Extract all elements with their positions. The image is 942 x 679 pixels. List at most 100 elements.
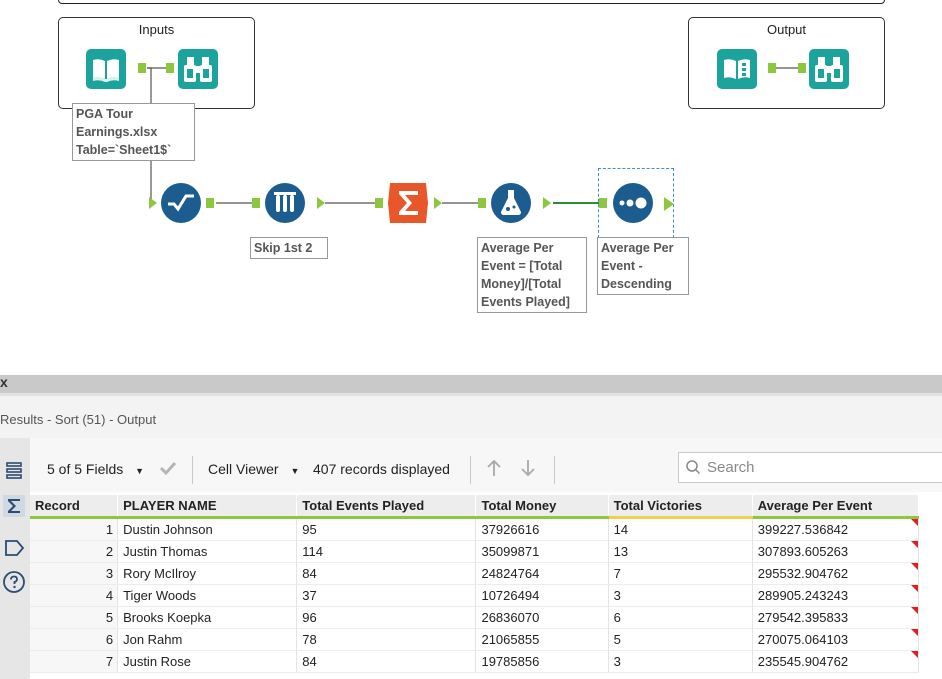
player-name-cell[interactable]: Tiger Woods bbox=[117, 584, 298, 607]
input-anchor[interactable] bbox=[798, 63, 806, 73]
average-per-event-cell[interactable]: 399227.536842 bbox=[752, 517, 920, 541]
table-body: 1 Dustin Johnson 95 37926616 14 399227.5… bbox=[30, 517, 920, 673]
table-row[interactable]: 4 Tiger Woods 37 10726494 3 289905.24324… bbox=[30, 584, 920, 607]
total-money-cell[interactable]: 24824764 bbox=[475, 562, 609, 585]
table-row[interactable]: 3 Rory McIlroy 84 24824764 7 295532.9047… bbox=[30, 562, 920, 585]
output-anchor[interactable] bbox=[317, 197, 325, 209]
input-anchor[interactable] bbox=[478, 198, 486, 208]
total-victories-cell[interactable]: 3 bbox=[608, 584, 753, 607]
select-records-tool[interactable] bbox=[160, 182, 202, 224]
total-events-cell[interactable]: 84 bbox=[296, 562, 477, 585]
output-anchor[interactable] bbox=[543, 197, 551, 209]
column-header-total-events[interactable]: Total Events Played bbox=[296, 495, 477, 519]
total-events-cell[interactable]: 95 bbox=[296, 517, 477, 541]
table-row[interactable]: 7 Justin Rose 84 19785856 3 235545.90476… bbox=[30, 650, 920, 673]
player-name-cell[interactable]: Rory McIlroy bbox=[117, 562, 298, 585]
output-anchor[interactable] bbox=[138, 63, 146, 73]
arrow-down-icon[interactable] bbox=[518, 458, 538, 481]
total-events-cell[interactable]: 37 bbox=[296, 584, 477, 607]
player-name-cell[interactable]: Brooks Koepka bbox=[117, 606, 298, 629]
table-row[interactable]: 5 Brooks Koepka 96 26836070 6 279542.395… bbox=[30, 606, 920, 629]
total-money-cell[interactable]: 10726494 bbox=[475, 584, 609, 607]
select-tool[interactable] bbox=[264, 182, 306, 224]
arrow-up-icon[interactable] bbox=[484, 458, 504, 481]
output-data-tool[interactable] bbox=[716, 48, 758, 90]
total-victories-cell[interactable]: 6 bbox=[608, 606, 753, 629]
column-header-total-money[interactable]: Total Money bbox=[475, 495, 609, 519]
table-row[interactable]: 1 Dustin Johnson 95 37926616 14 399227.5… bbox=[30, 517, 920, 541]
table-view-icon[interactable] bbox=[2, 458, 26, 482]
total-events-cell[interactable]: 78 bbox=[296, 628, 477, 651]
fields-dropdown[interactable]: 5 of 5 Fields ▼ bbox=[47, 461, 144, 477]
table-row[interactable]: 2 Justin Thomas 114 35099871 13 307893.6… bbox=[30, 540, 920, 563]
summation-panel-icon[interactable] bbox=[2, 494, 26, 518]
book-icon bbox=[86, 49, 126, 89]
formula-tool[interactable] bbox=[490, 182, 532, 224]
record-cell[interactable]: 5 bbox=[30, 606, 119, 629]
browse-tool-output[interactable] bbox=[808, 48, 850, 90]
average-per-event-cell[interactable]: 307893.605263 bbox=[752, 540, 920, 563]
total-money-cell[interactable]: 35099871 bbox=[475, 540, 609, 563]
input-anchor[interactable] bbox=[252, 198, 260, 208]
total-money-cell[interactable]: 21065855 bbox=[475, 628, 609, 651]
workflow-canvas[interactable]: Inputs Output PGA Tour Earnings.xlsx Tab… bbox=[0, 0, 942, 375]
browse-tool-inputs[interactable] bbox=[177, 48, 219, 90]
input-anchor[interactable] bbox=[149, 197, 157, 209]
record-cell[interactable]: 3 bbox=[30, 562, 119, 585]
record-cell[interactable]: 4 bbox=[30, 584, 119, 607]
total-victories-cell[interactable]: 3 bbox=[608, 650, 753, 673]
total-money-cell[interactable]: 37926616 bbox=[475, 517, 609, 541]
player-name-cell[interactable]: Jon Rahm bbox=[117, 628, 298, 651]
output-anchor[interactable] bbox=[434, 197, 442, 209]
total-events-cell[interactable]: 84 bbox=[296, 650, 477, 673]
output-anchor[interactable] bbox=[664, 197, 674, 211]
total-victories-cell[interactable]: 7 bbox=[608, 562, 753, 585]
column-header-average-per-event[interactable]: Average Per Event bbox=[752, 495, 920, 519]
record-cell[interactable]: 6 bbox=[30, 628, 119, 651]
total-victories-cell[interactable]: 13 bbox=[608, 540, 753, 563]
column-header-record[interactable]: Record bbox=[30, 495, 119, 519]
tag-icon[interactable] bbox=[2, 536, 26, 560]
total-victories-cell[interactable]: 5 bbox=[608, 628, 753, 651]
total-money-cell[interactable]: 19785856 bbox=[475, 650, 609, 673]
record-cell[interactable]: 2 bbox=[30, 540, 119, 563]
input-anchor[interactable] bbox=[166, 63, 174, 73]
results-header: Results - Sort (51) - Output bbox=[0, 396, 942, 438]
search-box[interactable] bbox=[678, 452, 942, 483]
record-cell[interactable]: 7 bbox=[30, 650, 119, 673]
total-victories-cell[interactable]: 14 bbox=[608, 517, 753, 541]
output-anchor[interactable] bbox=[768, 63, 776, 73]
output-anchor[interactable] bbox=[206, 198, 214, 208]
help-icon[interactable] bbox=[2, 570, 26, 594]
toolbar-separator bbox=[470, 456, 471, 484]
average-per-event-cell[interactable]: 279542.395833 bbox=[752, 606, 920, 629]
total-events-cell[interactable]: 114 bbox=[296, 540, 477, 563]
search-input[interactable] bbox=[705, 458, 939, 477]
column-header-player-name[interactable]: PLAYER NAME bbox=[117, 495, 298, 519]
input-anchor[interactable] bbox=[599, 198, 607, 208]
pane-splitter[interactable]: x bbox=[0, 374, 942, 393]
player-name-cell[interactable]: Justin Thomas bbox=[117, 540, 298, 563]
record-cell[interactable]: 1 bbox=[30, 517, 119, 541]
column-header-total-victories[interactable]: Total Victories bbox=[608, 495, 753, 519]
cell-value: 235545.904762 bbox=[757, 654, 849, 669]
input-data-tool[interactable] bbox=[85, 48, 127, 90]
cell-value: 289905.243243 bbox=[757, 588, 849, 603]
average-per-event-cell[interactable]: 270075.064103 bbox=[752, 628, 920, 651]
summarize-tool[interactable] bbox=[387, 182, 429, 224]
toolbar-separator bbox=[554, 456, 555, 484]
average-per-event-cell[interactable]: 289905.243243 bbox=[752, 584, 920, 607]
table-row[interactable]: 6 Jon Rahm 78 21065855 5 270075.064103 bbox=[30, 628, 920, 651]
average-per-event-cell[interactable]: 235545.904762 bbox=[752, 650, 920, 673]
total-events-cell[interactable]: 96 bbox=[296, 606, 477, 629]
average-per-event-cell[interactable]: 295532.904762 bbox=[752, 562, 920, 585]
input-anchor[interactable] bbox=[375, 198, 383, 208]
total-money-cell[interactable]: 26836070 bbox=[475, 606, 609, 629]
player-name-cell[interactable]: Dustin Johnson bbox=[117, 517, 298, 541]
sort-tool[interactable] bbox=[612, 182, 654, 224]
check-icon[interactable] bbox=[158, 458, 178, 481]
cell-viewer-dropdown[interactable]: Cell Viewer ▼ bbox=[208, 461, 299, 477]
player-name-cell[interactable]: Justin Rose bbox=[117, 650, 298, 673]
close-results-button[interactable]: x bbox=[0, 374, 8, 390]
double-type-marker bbox=[911, 607, 918, 614]
